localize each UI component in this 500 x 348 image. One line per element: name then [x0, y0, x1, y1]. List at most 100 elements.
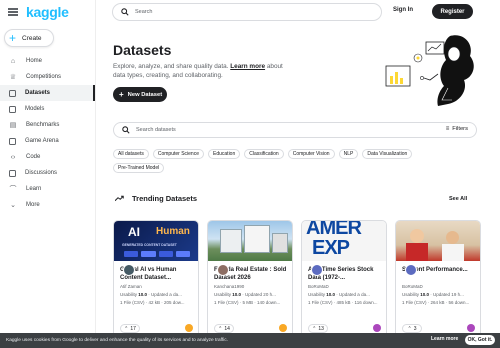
cookie-learn-more-button[interactable]: Learn more — [431, 336, 458, 342]
sidebar-item-label: Datasets — [25, 90, 51, 96]
dataset-search-placeholder: Search datasets — [136, 127, 176, 133]
dataset-usability: Usability 10.0 · Updated a da... — [308, 292, 370, 297]
sidebar-item-datasets[interactable]: Datasets — [0, 85, 95, 101]
thumb-caption: GENERATED CONTENT DATASET — [122, 243, 177, 247]
page-description: Explore, analyze, and share quality data… — [113, 62, 293, 80]
sidebar-header: kaggle — [0, 0, 95, 24]
chip-classification[interactable]: Classification — [244, 149, 284, 159]
sidebar-item-competitions[interactable]: ♕ Competitions — [0, 69, 95, 85]
home-icon: ⌂ — [10, 57, 16, 65]
dataset-card[interactable]: Florida Real Estate : Sold Dataset 2026 … — [207, 220, 293, 338]
chip-data-visualization[interactable]: Data Visualization — [362, 149, 413, 159]
dataset-card[interactable]: AI Human GENERATED CONTENT DATASET Globa… — [113, 220, 199, 338]
chevron-down-icon: ⌄ — [10, 202, 16, 209]
code-icon: ‹› — [10, 153, 16, 161]
medal-icon — [373, 324, 381, 332]
sidebar-item-label: Models — [25, 106, 45, 112]
card-footer: ⌃ 17 — [120, 324, 140, 333]
page-title: Datasets — [113, 42, 172, 58]
thumb-student — [406, 243, 428, 261]
dataset-files: 1 File (CSV) · 485 kB · 116 down... — [308, 300, 378, 305]
sidebar-item-benchmarks[interactable]: ▤ Benchmarks — [0, 117, 95, 133]
category-chips: All datasets Computer Science Education … — [113, 149, 443, 173]
sidebar-item-label: Competitions — [26, 74, 62, 80]
sidebar-item-home[interactable]: ⌂ Home — [0, 53, 95, 69]
game-icon — [9, 137, 16, 145]
thumb-text-exp: EXP — [312, 237, 350, 259]
upvote-button[interactable]: ⌃ 17 — [120, 324, 140, 333]
filters-button[interactable]: ≡ Filters — [446, 126, 468, 132]
discussion-icon — [9, 169, 16, 177]
sidebar-item-more[interactable]: ⌄ More — [0, 197, 95, 213]
thumb-text-ai: AI — [128, 225, 140, 239]
owner-avatar — [123, 264, 135, 276]
learn-icon: ⌒ — [9, 186, 17, 193]
vote-count: 3 — [413, 325, 417, 332]
vote-count: 17 — [130, 325, 136, 332]
sidebar-item-label: Code — [26, 154, 41, 160]
sidebar-item-discussions[interactable]: Discussions — [0, 165, 95, 181]
dataset-author: Kanchana1990 — [214, 284, 245, 289]
medal-icon — [185, 324, 193, 332]
datasets-illustration — [385, 35, 474, 106]
table-icon — [9, 89, 16, 97]
sidebar-item-code[interactable]: ‹› Code — [0, 149, 95, 165]
dataset-author: BoRoMaD — [308, 284, 329, 289]
dataset-files: 1 File (CSV) · 264 kB · 56 down... — [402, 300, 470, 305]
models-icon — [9, 105, 16, 113]
dataset-usability: Usability 10.0 · Updated 19 h... — [402, 292, 464, 297]
description-prefix: Explore, analyze, and share quality data… — [113, 63, 231, 70]
dataset-card[interactable]: AMER EXP AXP Time Series Stock Data (197… — [301, 220, 387, 338]
new-dataset-button[interactable]: + New Dataset — [113, 87, 167, 102]
chip-education[interactable]: Education — [208, 149, 241, 159]
dataset-thumbnail — [396, 221, 480, 261]
sidebar: kaggle + Create ⌂ Home ♕ Competitions Da… — [0, 0, 96, 348]
owner-avatar — [217, 264, 229, 276]
filter-icon: ≡ — [445, 126, 450, 132]
create-button[interactable]: + Create — [4, 29, 54, 47]
card-footer: ⌃ 3 — [402, 324, 422, 333]
upvote-button[interactable]: ⌃ 14 — [214, 324, 234, 333]
sidebar-nav: ⌂ Home ♕ Competitions Datasets Models ▤ … — [0, 53, 95, 213]
upvote-icon: ⌃ — [407, 325, 412, 332]
kaggle-logo[interactable]: kaggle — [26, 4, 69, 20]
learn-more-link[interactable]: Learn more — [230, 63, 265, 70]
chip-nlp[interactable]: NLP — [338, 149, 359, 159]
thumb-text-human: Human — [156, 226, 190, 237]
upvote-icon: ⌃ — [312, 325, 317, 332]
dataset-card[interactable]: Student Performance... BoRoMaD Usability… — [395, 220, 481, 338]
chip-all-datasets[interactable]: All datasets — [113, 149, 149, 159]
dataset-usability: Usability 10.0 · Updated 20 h... — [214, 292, 276, 297]
see-all-link[interactable]: See All — [449, 196, 467, 202]
chip-computer-vision[interactable]: Computer Vision — [287, 149, 335, 159]
trending-cards: AI Human GENERATED CONTENT DATASET Globa… — [113, 220, 481, 338]
thumb-student — [446, 231, 459, 244]
sidebar-item-game-arena[interactable]: Game Arena — [0, 133, 95, 149]
dataset-search-input[interactable]: Search datasets ≡ Filters — [113, 122, 477, 138]
sidebar-item-label: Game Arena — [25, 138, 59, 144]
sidebar-item-models[interactable]: Models — [0, 101, 95, 117]
dataset-files: 1 File (CSV) · 5 MB · 140 down... — [214, 300, 281, 305]
sidebar-item-label: More — [26, 202, 40, 208]
sidebar-item-learn[interactable]: ⌒ Learn — [0, 181, 95, 197]
dataset-usability: Usability 10.0 · Updated a da... — [120, 292, 182, 297]
search-icon — [121, 8, 129, 16]
dataset-author: Atif Zaman — [120, 284, 142, 289]
upvote-button[interactable]: ⌃ 13 — [308, 324, 328, 333]
chip-pre-trained-model[interactable]: Pre-Trained Model — [113, 163, 165, 173]
upvote-button[interactable]: ⌃ 3 — [402, 324, 422, 333]
card-footer: ⌃ 14 — [214, 324, 234, 333]
cookie-ok-button[interactable]: OK, Got it. — [465, 335, 495, 345]
sign-in-button[interactable]: Sign In — [393, 7, 413, 13]
trending-header: Trending Datasets — [115, 194, 197, 203]
dataset-files: 1 File (CSV) · 42 kB · 205 dow... — [120, 300, 185, 305]
cookie-text: Kaggle uses cookies from Google to deliv… — [6, 338, 229, 343]
register-button[interactable]: Register — [432, 4, 473, 19]
global-search-placeholder: Search — [135, 9, 153, 15]
sidebar-item-label: Learn — [26, 186, 42, 192]
owner-avatar — [405, 264, 417, 276]
menu-icon[interactable] — [8, 8, 18, 16]
chip-computer-science[interactable]: Computer Science — [152, 149, 204, 159]
dataset-thumbnail: AI Human GENERATED CONTENT DATASET — [114, 221, 198, 261]
global-search-input[interactable]: Search — [112, 3, 382, 21]
